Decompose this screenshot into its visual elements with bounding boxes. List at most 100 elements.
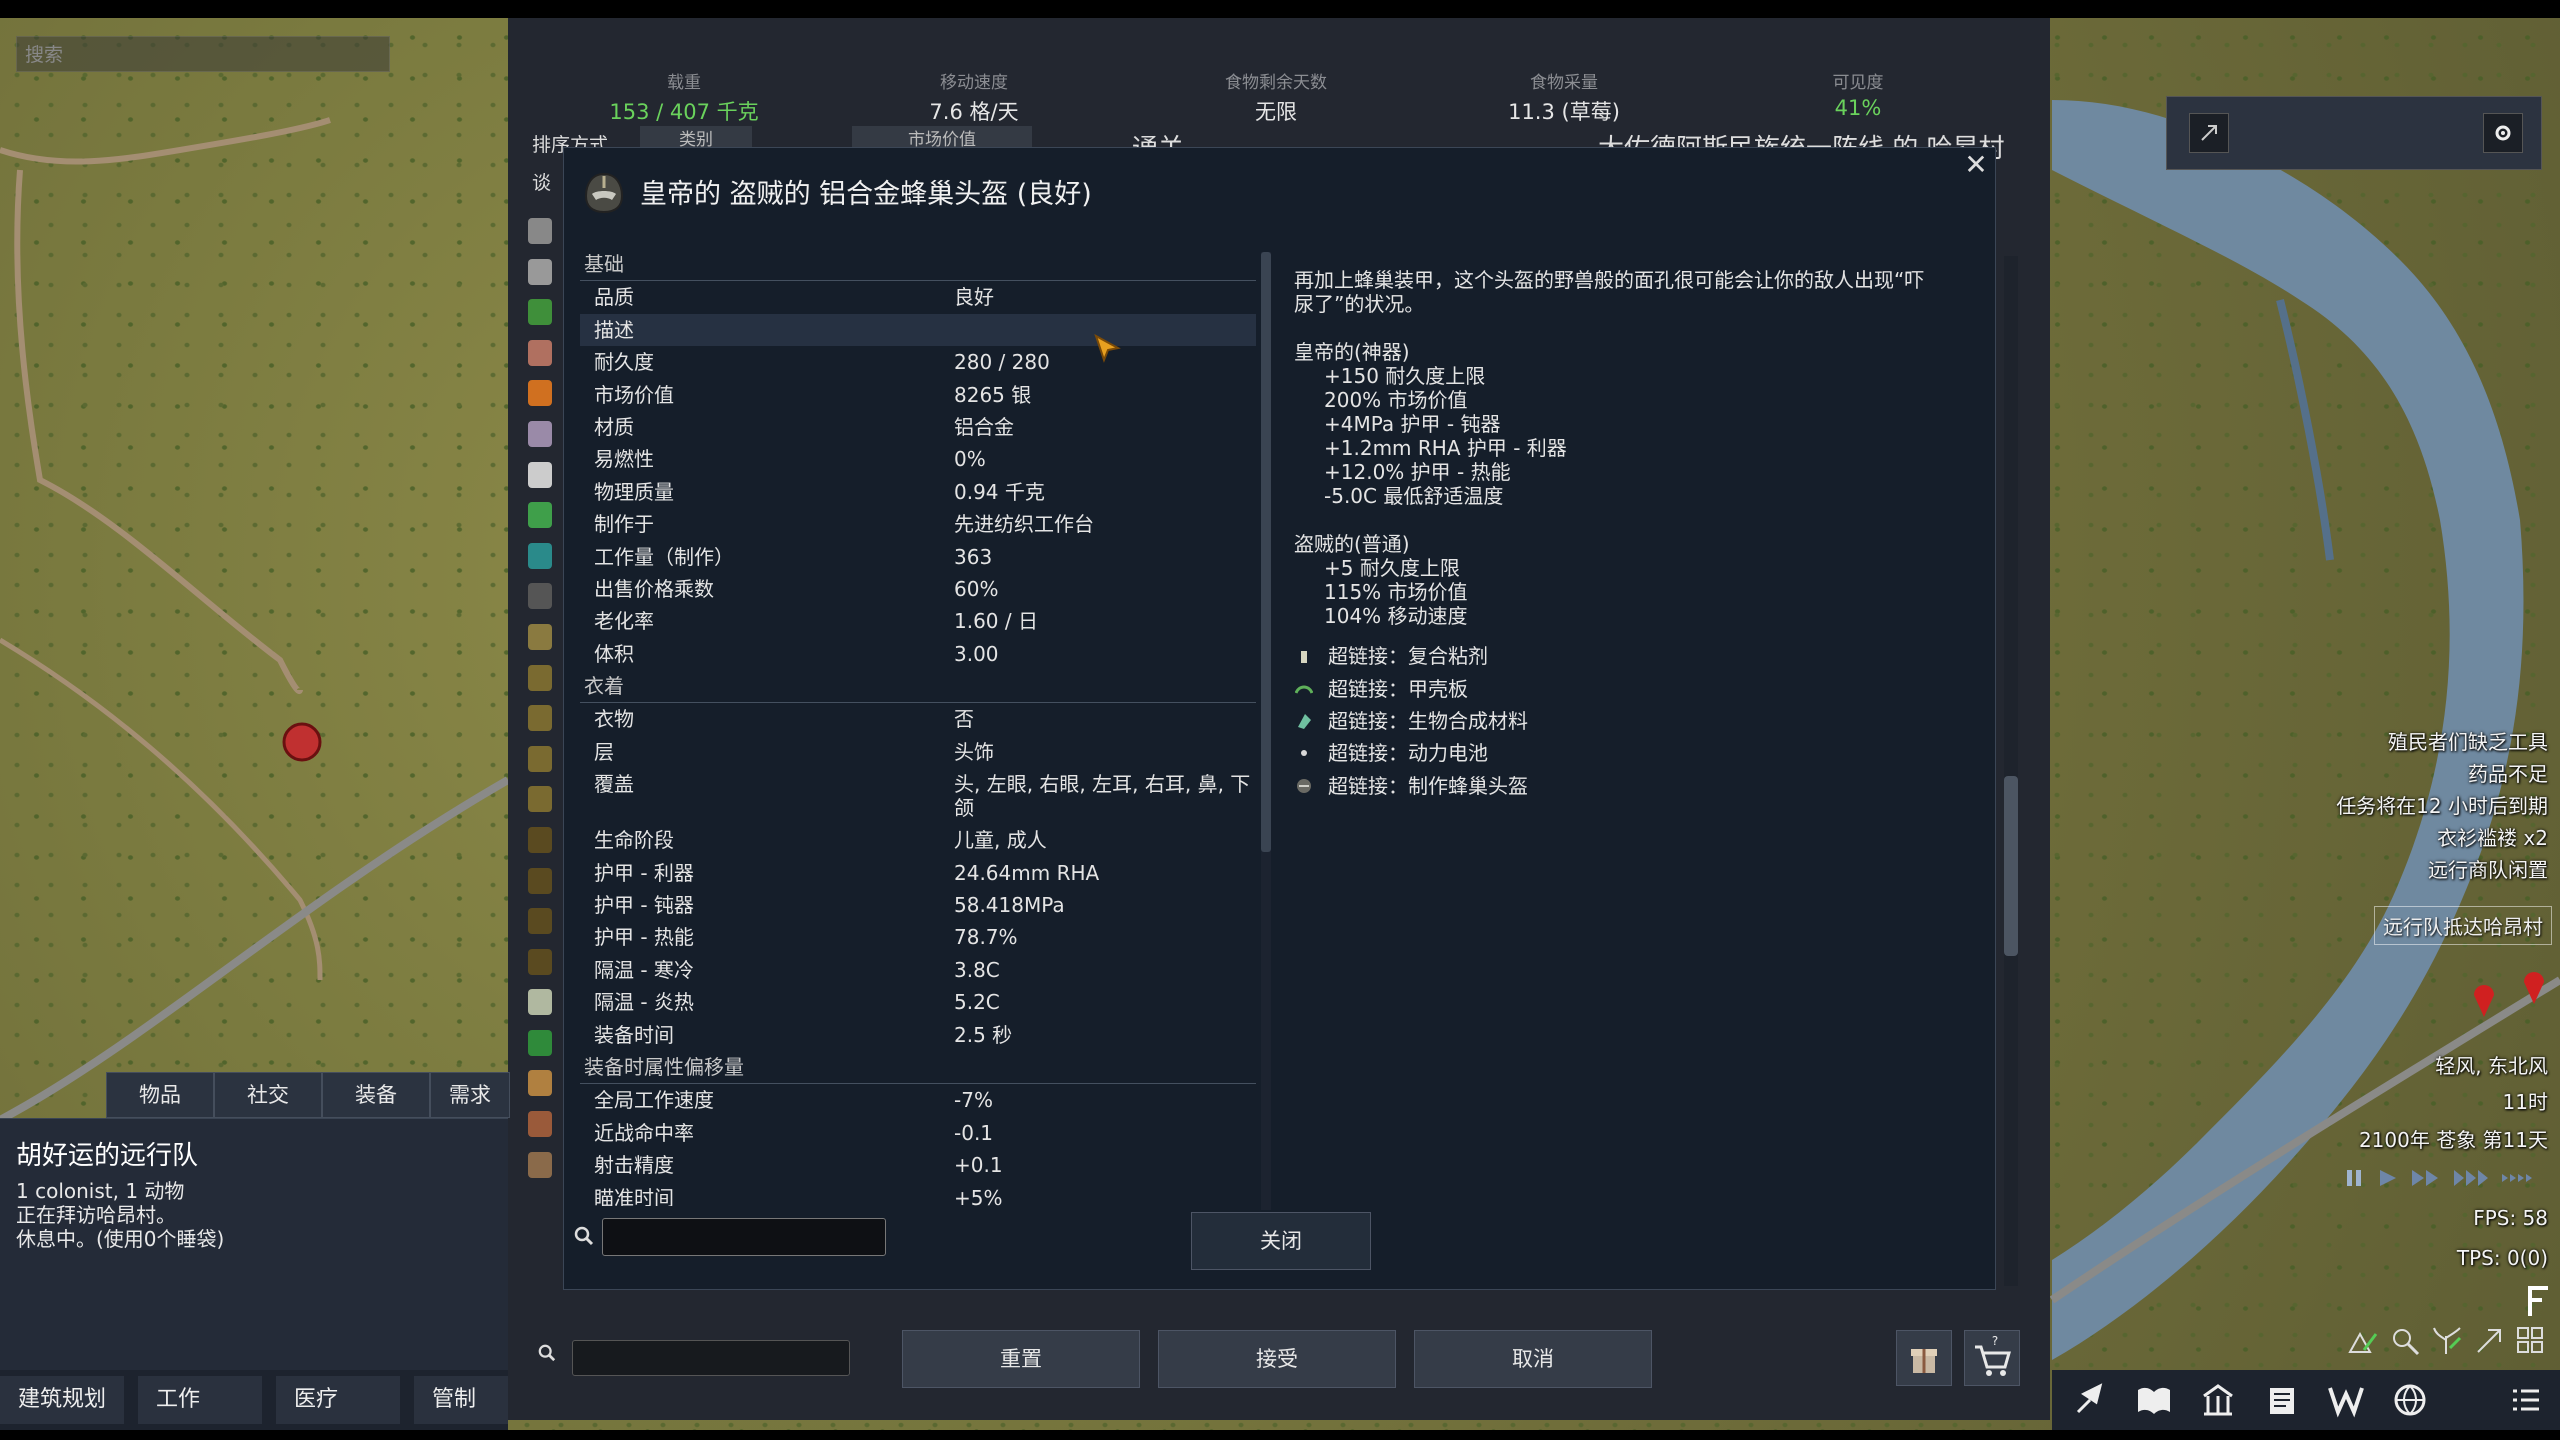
scrollbar-thumb[interactable] xyxy=(2004,776,2018,956)
property-row[interactable]: 出售价格乘数 60% xyxy=(580,573,1256,605)
terrain-toggle-icon[interactable] xyxy=(2346,1324,2380,1358)
property-row[interactable]: 品质 良好 xyxy=(580,281,1256,313)
property-row[interactable]: 生命阶段 儿童, 成人 xyxy=(580,824,1256,856)
hyperlink-biomaterial[interactable]: 超链接：生物合成材料 xyxy=(1294,705,1934,737)
trade-search-input[interactable] xyxy=(572,1340,850,1376)
item-properties-list[interactable]: 基础 品质 良好 描述 耐久度 280 / 280 市场价值 8265 银 材质 铝合金… xyxy=(580,248,1256,1206)
world-button[interactable] xyxy=(2318,1376,2374,1424)
trade-mode-button[interactable]: ? xyxy=(1964,1330,2020,1386)
enemy-settlement-icon[interactable] xyxy=(282,722,322,762)
superfast-icon[interactable] xyxy=(2452,1166,2492,1190)
alert-caravan-idle[interactable]: 远行商队闲置 xyxy=(2428,854,2548,883)
property-row[interactable]: 覆盖 头, 左眼, 右眼, 左耳, 右耳, 鼻, 下颌 xyxy=(580,768,1256,824)
close-button[interactable]: 关闭 xyxy=(1191,1212,1371,1270)
caravan-marker-icon[interactable] xyxy=(2474,985,2494,1017)
quality-line: +150 耐久度上限 xyxy=(1324,364,1486,388)
menu-globe-button[interactable] xyxy=(2382,1376,2438,1424)
tab-social[interactable]: 社交 xyxy=(214,1072,322,1118)
list-button[interactable] xyxy=(2498,1376,2554,1424)
property-row[interactable]: 描述 xyxy=(580,313,1256,347)
cart-icon: ? xyxy=(1975,1334,2011,1376)
search-icon xyxy=(538,1344,556,1362)
section-header: 基础 xyxy=(580,248,1256,282)
property-row[interactable]: 护甲 - 热能 78.7% xyxy=(580,921,1256,953)
caravan-button[interactable] xyxy=(2062,1376,2118,1424)
tab-architect[interactable]: 建筑规划 xyxy=(0,1376,124,1424)
tab-policies[interactable]: 管制 xyxy=(414,1376,508,1424)
property-row[interactable]: 易燃性 0% xyxy=(580,443,1256,475)
scrollbar-thumb[interactable] xyxy=(1261,252,1271,852)
pause-icon[interactable] xyxy=(2342,1166,2366,1190)
building-icon xyxy=(2203,1384,2233,1416)
expand-button[interactable] xyxy=(2189,113,2229,153)
property-row[interactable]: 材质 铝合金 xyxy=(580,411,1256,443)
section-title: 装备时属性偏移量 xyxy=(584,1054,744,1079)
gear-icon xyxy=(2495,125,2511,141)
hyperlink-power-cell[interactable]: 超链接：动力电池 xyxy=(1294,737,1934,769)
close-icon[interactable]: ✕ xyxy=(1963,151,1989,179)
property-row[interactable]: 瞄准时间 +5% xyxy=(580,1182,1256,1206)
property-row[interactable]: 老化率 1.60 / 日 xyxy=(580,605,1256,637)
section-header: 装备时属性偏移量 xyxy=(580,1051,1256,1085)
alert-quest-expiry[interactable]: 任务将在12 小时后到期 xyxy=(2336,790,2548,819)
tab-medical[interactable]: 医疗 xyxy=(276,1376,400,1424)
expand-toggle-icon[interactable] xyxy=(2472,1324,2506,1358)
alert-caravan-arrived[interactable]: 远行队抵达哈昂村 xyxy=(2374,906,2552,945)
caravan-name: 胡好运的远行队 xyxy=(16,1141,199,1171)
hyperlink-chitin-plate[interactable]: 超链接：甲壳板 xyxy=(1294,672,1934,704)
world-info-button[interactable] xyxy=(2254,1376,2310,1424)
section-header: 衣着 xyxy=(580,670,1256,704)
plant-toggle-icon[interactable] xyxy=(2430,1324,2464,1358)
property-row[interactable]: 全局工作速度 -7% xyxy=(580,1084,1256,1116)
ultrafast-icon[interactable] xyxy=(2500,1166,2540,1190)
map-road xyxy=(14,169,303,695)
history-button[interactable] xyxy=(2126,1376,2182,1424)
trade-list-scrollbar[interactable] xyxy=(2004,256,2018,1286)
tab-needs[interactable]: 需求 xyxy=(430,1072,510,1118)
accept-button[interactable]: 接受 xyxy=(1158,1330,1396,1388)
fast-forward-icon[interactable] xyxy=(2410,1166,2444,1190)
property-row[interactable]: 物理质量 0.94 千克 xyxy=(580,476,1256,508)
properties-scrollbar[interactable] xyxy=(1261,252,1271,1210)
gift-mode-button[interactable] xyxy=(1896,1330,1952,1386)
property-row[interactable]: 护甲 - 钝器 58.418MPa xyxy=(580,889,1256,921)
stat-label: 食物剩余天数 xyxy=(1225,73,1327,93)
alert-low-medicine[interactable]: 药品不足 xyxy=(2468,758,2548,787)
property-row[interactable]: 市场价值 8265 银 xyxy=(580,379,1256,411)
property-row[interactable]: 射击精度 +0.1 xyxy=(580,1149,1256,1181)
property-row[interactable]: 衣物 否 xyxy=(580,703,1256,735)
property-key: 射击精度 xyxy=(594,1153,674,1178)
property-row[interactable]: 护甲 - 利器 24.64mm RHA xyxy=(580,857,1256,889)
cancel-button[interactable]: 取消 xyxy=(1414,1330,1652,1388)
property-row[interactable]: 近战命中率 -0.1 xyxy=(580,1117,1256,1149)
grid-toggle-icon[interactable] xyxy=(2514,1324,2548,1358)
alert-tattered-apparel[interactable]: 衣衫褴褛 x2 xyxy=(2437,822,2548,851)
property-row[interactable]: 隔温 - 炎热 5.2C xyxy=(580,986,1256,1018)
stat-speed: 移动速度 7.6 格/天 xyxy=(844,68,1104,126)
property-row[interactable]: 层 头饰 xyxy=(580,736,1256,768)
property-row[interactable]: 体积 3.00 xyxy=(580,638,1256,670)
tab-gear[interactable]: 装备 xyxy=(322,1072,430,1118)
reset-button[interactable]: 重置 xyxy=(902,1330,1140,1388)
property-row[interactable]: 耐久度 280 / 280 xyxy=(580,346,1256,378)
search-toggle-icon[interactable] xyxy=(2388,1324,2422,1358)
property-value: 良好 xyxy=(954,285,994,310)
alert-need-tools[interactable]: 殖民者们缺乏工具 xyxy=(2388,726,2548,755)
map-search-input[interactable]: 搜索 xyxy=(16,36,390,72)
property-key: 护甲 - 利器 xyxy=(594,860,694,885)
play-icon[interactable] xyxy=(2374,1166,2402,1190)
hyperlink-craft-helmet[interactable]: 超链接：制作蜂巢头盔 xyxy=(1294,770,1934,802)
factions-button[interactable] xyxy=(2190,1376,2246,1424)
property-key: 衣物 xyxy=(594,707,634,732)
settings-button[interactable] xyxy=(2483,113,2523,153)
tab-items[interactable]: 物品 xyxy=(106,1072,214,1118)
stat-value: 41% xyxy=(1834,96,1882,120)
property-row[interactable]: 制作于 先进纺织工作台 xyxy=(580,508,1256,540)
property-row[interactable]: 装备时间 2.5 秒 xyxy=(580,1019,1256,1051)
property-row[interactable]: 隔温 - 寒冷 3.8C xyxy=(580,954,1256,986)
hyperlink-composite-glue[interactable]: 超链接：复合粘剂 xyxy=(1294,640,1934,672)
flag-icon[interactable] xyxy=(2524,1284,2554,1318)
tab-work[interactable]: 工作 xyxy=(138,1376,262,1424)
property-row[interactable]: 工作量（制作） 363 xyxy=(580,541,1256,573)
info-search-input[interactable] xyxy=(602,1218,886,1256)
